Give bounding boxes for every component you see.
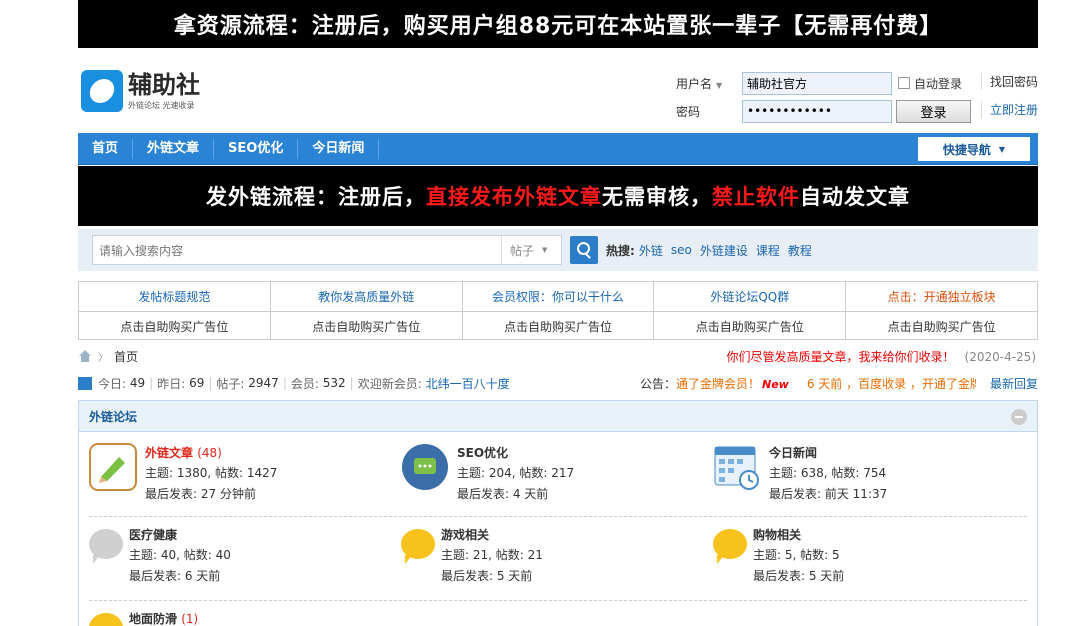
chevron-right-icon: 〉 [98, 352, 108, 364]
nav-item-seo[interactable]: SEO优化 [214, 138, 299, 159]
hot-search-link[interactable]: 教程 [788, 242, 812, 259]
hot-search-link[interactable]: 外链建设 [700, 242, 748, 259]
forum-item[interactable]: 医疗健康 主题: 40, 帖数: 40 最后发表: 6 天前 [89, 525, 231, 587]
calendar-icon [714, 446, 759, 490]
logo-icon [81, 70, 123, 112]
announcement-scroll[interactable]: 通了金牌会员！ New 6 天前 ，百度收录 ，开通了金牌 [676, 375, 976, 392]
grid-link[interactable]: 会员权限：你可以干什么 [463, 282, 655, 311]
pencil-icon [89, 443, 137, 491]
forum-item[interactable]: SEO优化 主题: 204, 帖数: 217 最后发表: 4 天前 [401, 443, 574, 505]
username-label[interactable]: 用户名 ▼ [676, 75, 742, 92]
nav-item-links[interactable]: 外链文章 [133, 138, 215, 159]
ad-slot-link[interactable]: 点击自助购买广告位 [463, 312, 655, 340]
forum-item[interactable]: 地面防滑 (1) [89, 609, 198, 626]
site-notice: 你们尽管发高质量文章，我来给你们收录！ (2020-4-25) [726, 350, 1036, 364]
forgot-password-link[interactable]: 找回密码 [980, 73, 1038, 90]
forum-item[interactable]: 今日新闻 主题: 638, 帖数: 754 最后发表: 前天 11:37 [713, 443, 887, 505]
search-bar: 请输入搜索内容 帖子 ▼ 热搜: 外链 seo 外链建设 课程 教程 [78, 229, 1038, 271]
password-input[interactable]: •••••••••••• [742, 99, 892, 123]
hot-search-link[interactable]: 课程 [756, 242, 780, 259]
ad-slot-link[interactable]: 点击自助购买广告位 [846, 312, 1037, 340]
new-badge: New [762, 378, 789, 391]
stats-chart-icon [78, 376, 92, 390]
username-input[interactable]: 辅助社官方 [742, 71, 892, 95]
announcement: 公告： 通了金牌会员！ New 6 天前 ，百度收录 ，开通了金牌 最新回复 [639, 375, 1038, 392]
forum-section: 外链论坛 外链文章 (48) 主题: 1380, 帖数: 1427 最后发表: 2… [78, 400, 1038, 626]
hot-search: 热搜: 外链 seo 外链建设 课程 教程 [606, 242, 812, 259]
section-title[interactable]: 外链论坛 [89, 408, 137, 425]
header: 辅助社 外链论坛 光速收录 用户名 ▼ 辅助社官方 自动登录 密码 •••••••… [78, 58, 1038, 128]
mid-banner[interactable]: 发外链流程：注册后， 直接发布外链文章 无需审核， 禁止软件 自动发文章 [78, 166, 1038, 226]
ad-slot-link[interactable]: 点击自助购买广告位 [79, 312, 271, 340]
logo-name: 辅助社 [128, 69, 200, 99]
latest-replies-link[interactable]: 最新回复 [990, 375, 1038, 392]
chat-bubble-icon [89, 613, 123, 626]
chat-bubble-icon [401, 529, 435, 564]
forum-item[interactable]: 购物相关 主题: 5, 帖数: 5 最后发表: 5 天前 [713, 525, 844, 587]
register-link[interactable]: 立即注册 [980, 101, 1038, 118]
ad-slot-link[interactable]: 点击自助购买广告位 [271, 312, 463, 340]
nav-item-home[interactable]: 首页 [78, 138, 134, 159]
chat-icon [402, 444, 448, 490]
grid-link[interactable]: 点击：开通独立板块 [846, 282, 1037, 311]
grid-link[interactable]: 外链论坛QQ群 [654, 282, 847, 311]
hot-search-link[interactable]: 外链 [639, 242, 663, 259]
link-grid: 发帖标题规范 教你发高质量外链 会员权限：你可以干什么 外链论坛QQ群 点击：开… [78, 281, 1038, 340]
newest-member-link[interactable]: 北纬一百八十度 [426, 375, 510, 392]
breadcrumb: 〉 首页 你们尽管发高质量文章，我来给你们收录！ (2020-4-25) [78, 346, 1038, 366]
chat-bubble-icon [89, 529, 123, 564]
forum-item[interactable]: 游戏相关 主题: 21, 帖数: 21 最后发表: 5 天前 [401, 525, 543, 587]
login-button[interactable]: 登录 [896, 99, 971, 123]
chevron-down-icon: ▼ [542, 246, 548, 254]
quick-nav-button[interactable]: 快捷导航 ▼ [918, 137, 1030, 161]
chevron-down-icon: ▼ [716, 80, 723, 90]
top-banner[interactable]: 拿资源流程：注册后，购买用户组88元可在本站置张一辈子【无需再付费】 [78, 0, 1038, 48]
ad-slot-link[interactable]: 点击自助购买广告位 [654, 312, 847, 340]
site-logo[interactable]: 辅助社 外链论坛 光速收录 [81, 70, 200, 112]
chat-bubble-icon [713, 529, 747, 564]
chevron-down-icon: ▼ [998, 144, 1006, 154]
checkbox-icon[interactable] [898, 77, 910, 89]
collapse-icon[interactable] [1011, 409, 1027, 425]
login-form: 用户名 ▼ 辅助社官方 自动登录 密码 •••••••••••• 登录 找回密码 … [676, 68, 1038, 124]
grid-link[interactable]: 发帖标题规范 [79, 282, 271, 311]
main-nav: 首页 外链文章 SEO优化 今日新闻 快捷导航 ▼ [78, 133, 1038, 165]
breadcrumb-home[interactable]: 首页 [114, 348, 138, 365]
remember-checkbox[interactable]: 自动登录 [898, 75, 962, 92]
search-icon[interactable] [570, 236, 598, 264]
forum-item[interactable]: 外链文章 (48) 主题: 1380, 帖数: 1427 最后发表: 27 分钟前 [89, 443, 277, 505]
logo-subtitle: 外链论坛 光速收录 [128, 100, 195, 110]
password-label: 密码 [676, 104, 701, 119]
home-icon[interactable] [78, 350, 92, 362]
forum-stats: 今日: 49 | 昨日: 69 | 帖子: 2947 | 会员: 532 | 欢迎新会员… [78, 373, 1038, 393]
hot-search-link[interactable]: seo [671, 243, 692, 257]
search-type-select[interactable]: 帖子 ▼ [501, 236, 561, 264]
grid-link[interactable]: 教你发高质量外链 [271, 282, 463, 311]
nav-item-news[interactable]: 今日新闻 [298, 138, 380, 159]
search-input[interactable]: 请输入搜索内容 [93, 242, 501, 259]
